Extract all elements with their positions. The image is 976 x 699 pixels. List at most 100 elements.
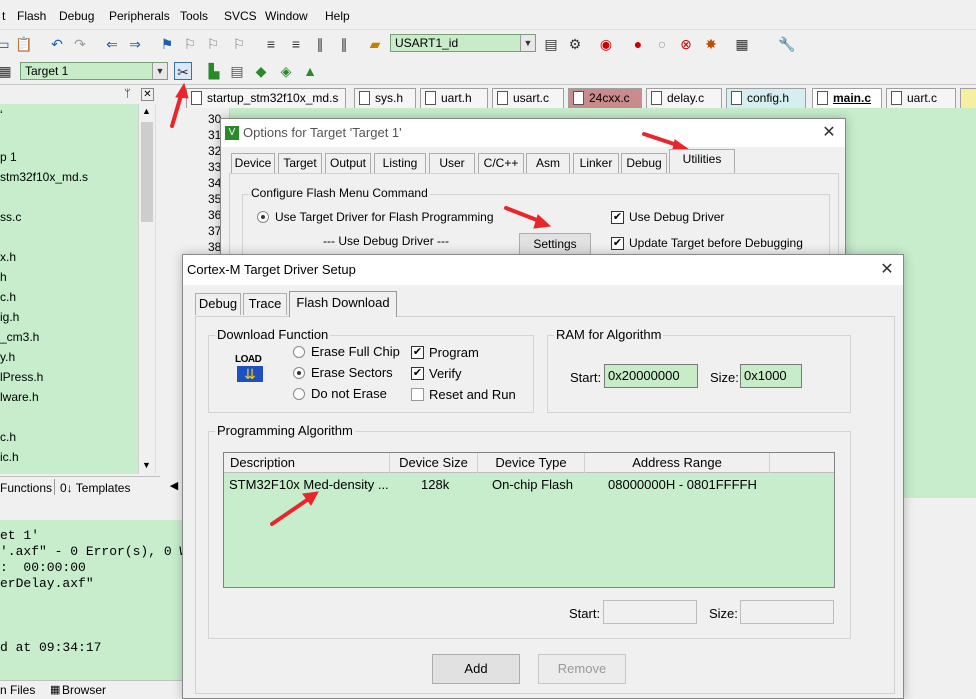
bookmark-prev-icon[interactable]: ⚐ — [181, 35, 199, 53]
uncomment-icon[interactable]: ∥ — [335, 35, 353, 53]
tools-icon[interactable]: ⚙ — [566, 35, 584, 53]
ram-start-field[interactable]: 0x20000000 — [604, 364, 698, 388]
scroll-thumb[interactable] — [141, 122, 153, 222]
tree-item[interactable]: p 1 — [0, 150, 17, 164]
file-tab[interactable]: config.h — [726, 88, 806, 108]
chevron-down-icon[interactable]: ▼ — [520, 35, 535, 51]
scroll-left-icon[interactable]: ◀ — [164, 476, 184, 496]
bookmark-icon[interactable]: ⚑ — [158, 35, 176, 53]
settings-button[interactable]: Settings — [519, 233, 591, 255]
tab-device[interactable]: Device — [231, 153, 275, 173]
target-options-icon[interactable]: ✂ — [174, 62, 192, 80]
project-scrollbar[interactable]: ▲ ▼ — [138, 104, 155, 474]
tree-item[interactable]: c.h — [0, 290, 16, 304]
ram-size-field[interactable]: 0x1000 — [740, 364, 802, 388]
remove-button[interactable]: Remove — [538, 654, 626, 684]
tab-templates[interactable]: 0↓ Templates — [60, 481, 130, 495]
tree-item[interactable]: y.h — [0, 350, 15, 364]
file-tab[interactable]: usart.c — [492, 88, 564, 108]
copy-icon[interactable]: ▭ — [0, 35, 12, 53]
nav-forward-icon[interactable]: ⇒ — [126, 35, 144, 53]
menu-tools[interactable]: Tools — [180, 9, 208, 23]
chevron-down-icon[interactable]: ▼ — [152, 63, 167, 79]
find-combo[interactable]: USART1_id ▼ — [390, 34, 536, 52]
menu-flash[interactable]: Flash — [17, 9, 46, 23]
open-folder-icon[interactable]: ▰ — [366, 35, 384, 53]
outdent-icon[interactable]: ≡ — [287, 35, 305, 53]
select-pack-icon[interactable]: ◈ — [277, 62, 295, 80]
tree-item[interactable]: _cm3.h — [0, 330, 39, 344]
bookmark-next-icon[interactable]: ⚐ — [204, 35, 222, 53]
tab-browser[interactable]: Browser — [62, 683, 106, 697]
menu-help[interactable]: Help — [325, 9, 350, 23]
pack-installer-icon[interactable]: ◆ — [252, 62, 270, 80]
breakpoint-kill-icon[interactable]: ✸ — [702, 35, 720, 53]
tree-item[interactable]: ʻ — [0, 108, 3, 122]
pin-icon[interactable]: ᛘ — [124, 88, 131, 100]
erase-sectors-radio[interactable] — [293, 367, 305, 379]
file-tab[interactable]: 24cxx.c — [568, 88, 642, 108]
indent-icon[interactable]: ≡ — [262, 35, 280, 53]
tree-item[interactable]: ig.h — [0, 310, 19, 324]
menu-item[interactable]: t — [2, 9, 5, 23]
update-target-checkbox[interactable]: ✔ — [611, 237, 624, 250]
file-tab-active[interactable]: main.c — [812, 88, 882, 108]
file-tab[interactable]: uart.h — [420, 88, 488, 108]
add-button[interactable]: Add — [432, 654, 520, 684]
tab-files[interactable]: n Files — [0, 683, 35, 697]
tree-item[interactable]: h — [0, 270, 7, 284]
tab-utilities[interactable]: Utilities — [669, 149, 735, 173]
menu-peripherals[interactable]: Peripherals — [109, 9, 170, 23]
paste-icon[interactable]: 📋 — [15, 35, 33, 53]
tree-item[interactable]: x.h — [0, 250, 16, 264]
tab-output[interactable]: Output — [325, 153, 371, 173]
erase-full-chip-radio[interactable] — [293, 346, 305, 358]
undo-icon[interactable]: ↶ — [48, 35, 66, 53]
tab-flash-download[interactable]: Flash Download — [289, 291, 397, 317]
tab-c-cpp[interactable]: C/C++ — [478, 153, 524, 173]
close-icon[interactable]: ✕ — [879, 262, 895, 278]
tab-linker[interactable]: Linker — [573, 153, 619, 173]
menu-svcs[interactable]: SVCS — [224, 9, 257, 23]
menu-debug[interactable]: Debug — [59, 9, 94, 23]
file-tab[interactable]: startup_stm32f10x_md.s — [186, 88, 346, 108]
verify-checkbox[interactable]: ✔ — [411, 367, 424, 380]
column-header-device-type[interactable]: Device Type — [478, 453, 585, 473]
reset-and-run-checkbox[interactable] — [411, 388, 424, 401]
scroll-up-icon[interactable]: ▲ — [142, 106, 151, 116]
table-row[interactable]: STM32F10x Med-density ... 128k On-chip F… — [224, 475, 834, 495]
run-time-env-icon[interactable]: ▲ — [301, 62, 319, 80]
menu-window[interactable]: Window — [265, 9, 308, 23]
breakpoint-empty-icon[interactable]: ○ — [653, 35, 671, 53]
tab-trace[interactable]: Trace — [243, 293, 287, 315]
scroll-down-icon[interactable]: ▼ — [142, 460, 151, 470]
tree-item[interactable]: c.h — [0, 430, 16, 444]
file-tab[interactable]: sys.h — [354, 88, 416, 108]
column-header-address-range[interactable]: Address Range — [585, 453, 770, 473]
comment-icon[interactable]: ∥ — [311, 35, 329, 53]
tab-debug[interactable]: Debug — [621, 153, 667, 173]
redo-icon[interactable]: ↷ — [71, 35, 89, 53]
wrench-icon[interactable]: 🔧 — [778, 35, 796, 53]
close-icon[interactable]: ✕ — [821, 125, 837, 141]
find-in-files-icon[interactable]: ▤ — [542, 35, 560, 53]
nav-back-icon[interactable]: ⇐ — [103, 35, 121, 53]
window-layout-icon[interactable]: ▦ — [733, 35, 751, 53]
tree-item[interactable]: lPress.h — [0, 370, 43, 384]
debug-start-icon[interactable]: ◉ — [597, 35, 615, 53]
file-tab[interactable]: uart.c — [886, 88, 956, 108]
tab-listing[interactable]: Listing — [374, 153, 426, 173]
use-debug-driver-checkbox[interactable]: ✔ — [611, 211, 624, 224]
do-not-erase-radio[interactable] — [293, 388, 305, 400]
breakpoint-disable-icon[interactable]: ⊗ — [677, 35, 695, 53]
tab-target[interactable]: Target — [278, 153, 322, 173]
tree-item[interactable]: ic.h — [0, 450, 19, 464]
manage-files-icon[interactable]: ▤ — [228, 62, 246, 80]
tab-asm[interactable]: Asm — [526, 153, 570, 173]
manage-components-icon[interactable]: ▙ — [205, 62, 223, 80]
algo-start-field[interactable] — [603, 600, 697, 624]
bookmark-clear-icon[interactable]: ⚐ — [230, 35, 248, 53]
tree-item[interactable]: stm32f10x_md.s — [0, 170, 88, 184]
algo-size-field[interactable] — [740, 600, 834, 624]
use-target-driver-radio[interactable] — [257, 211, 269, 223]
